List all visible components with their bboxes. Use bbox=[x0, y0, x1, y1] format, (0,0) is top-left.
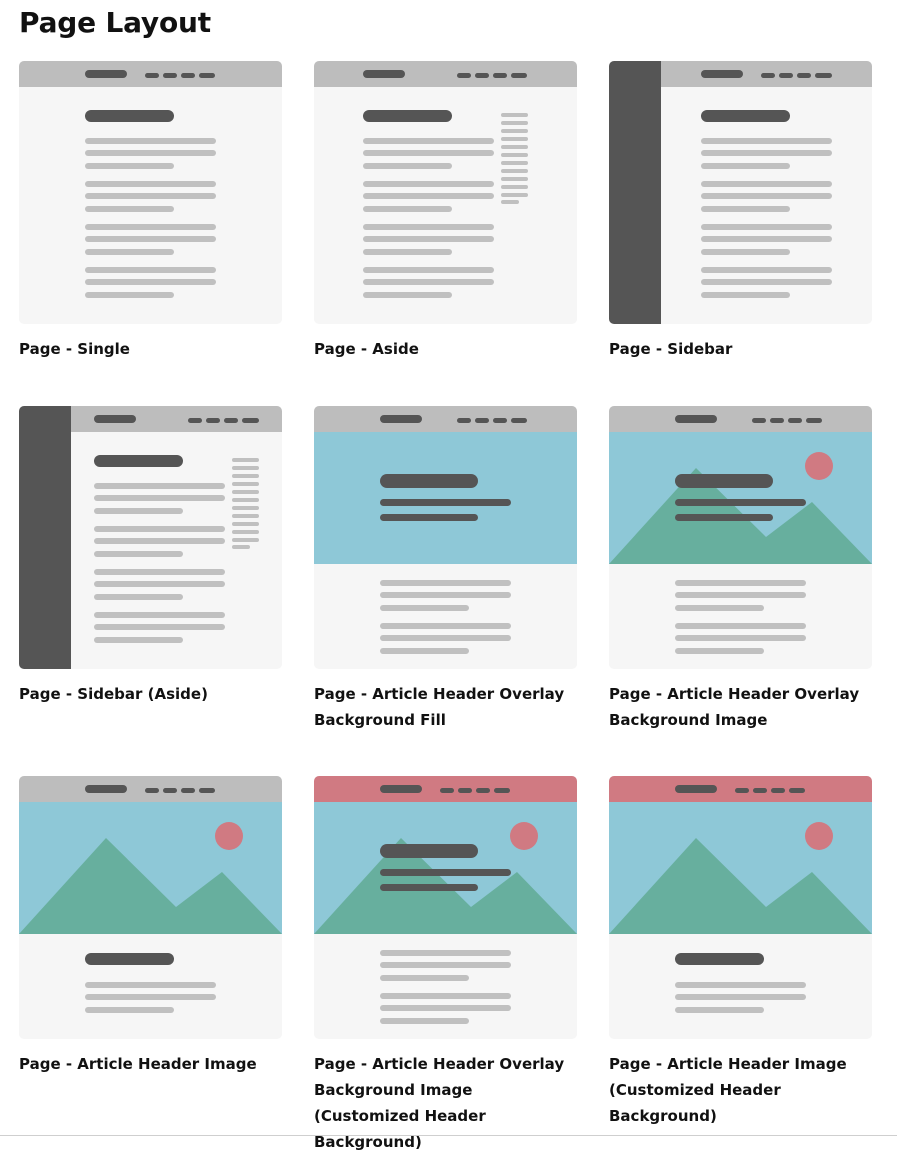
layout-sidebar-aside-icon bbox=[19, 406, 282, 669]
layout-label: Page - Article Header Image bbox=[19, 1055, 257, 1073]
layout-card-header-overlay-image-custom[interactable]: Page - Article Header Overlay Background… bbox=[314, 776, 577, 1155]
layout-label: Page - Article Header Image (Customized … bbox=[609, 1055, 847, 1125]
layout-card-header-image-custom[interactable]: Page - Article Header Image (Customized … bbox=[609, 776, 872, 1129]
layout-label: Page - Article Header Overlay Background… bbox=[314, 1055, 565, 1151]
layout-label: Page - Article Header Overlay Background… bbox=[314, 685, 565, 729]
layout-aside-icon bbox=[314, 61, 577, 324]
layout-label: Page - Article Header Overlay Background… bbox=[609, 685, 860, 729]
layout-card-header-image[interactable]: Page - Article Header Image bbox=[19, 776, 282, 1077]
layout-header-image-icon bbox=[19, 776, 282, 1039]
layout-card-single[interactable]: Page - Single bbox=[19, 61, 282, 362]
layout-header-overlay-image-custom-icon bbox=[314, 776, 577, 1039]
layout-label: Page - Aside bbox=[314, 340, 419, 358]
layout-card-header-overlay-fill[interactable]: Page - Article Header Overlay Background… bbox=[314, 406, 577, 733]
layout-header-image-custom-icon bbox=[609, 776, 872, 1039]
layout-card-header-overlay-image[interactable]: Page - Article Header Overlay Background… bbox=[609, 406, 872, 733]
layout-card-aside[interactable]: Page - Aside bbox=[314, 61, 577, 362]
layout-single-icon bbox=[19, 61, 282, 324]
layout-header-overlay-fill-icon bbox=[314, 406, 577, 669]
page-title: Page Layout bbox=[19, 6, 211, 39]
layout-card-sidebar[interactable]: Page - Sidebar bbox=[609, 61, 872, 362]
divider bbox=[0, 1135, 897, 1136]
layout-sidebar-icon bbox=[609, 61, 872, 324]
layout-label: Page - Sidebar bbox=[609, 340, 733, 358]
layout-label: Page - Sidebar (Aside) bbox=[19, 685, 208, 703]
layout-card-sidebar-aside[interactable]: Page - Sidebar (Aside) bbox=[19, 406, 282, 707]
layout-header-overlay-image-icon bbox=[609, 406, 872, 669]
layout-label: Page - Single bbox=[19, 340, 130, 358]
